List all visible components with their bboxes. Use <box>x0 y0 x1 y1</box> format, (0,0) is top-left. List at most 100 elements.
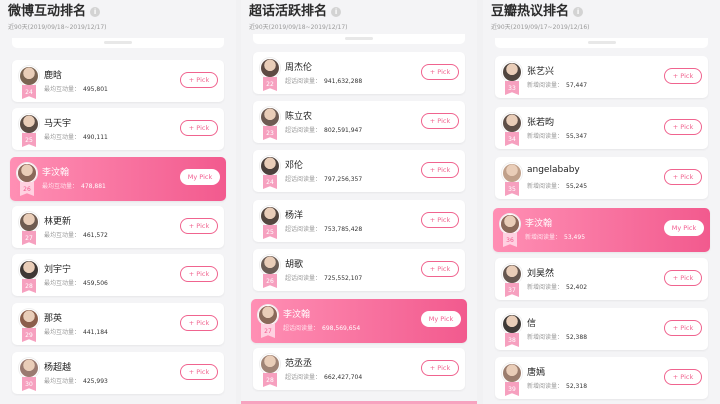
pick-button[interactable]: + Pick <box>664 169 702 185</box>
list-item-selected[interactable]: 26 李汶翰 最均互动量： 478,881 My Pick <box>10 157 226 201</box>
avatar <box>260 107 280 127</box>
rank-badge: 33 <box>505 81 519 95</box>
list-item-partial <box>12 38 224 48</box>
rank-badge: 37 <box>505 283 519 297</box>
list-item[interactable]: 24 鹿晗 最均互动量： 495,801 + Pick <box>12 60 224 102</box>
pick-button[interactable]: + Pick <box>180 364 218 380</box>
list-item[interactable]: 24 邓伦 超话阅读量： 797,256,357 + Pick <box>253 150 465 192</box>
list-item[interactable]: 33 张艺兴 新增阅读量： 57,447 + Pick <box>495 56 708 98</box>
stat-label: 最均互动量： <box>44 378 81 385</box>
list-item[interactable]: 25 杨洋 超话阅读量： 753,785,428 + Pick <box>253 200 465 242</box>
stat-label: 超话阅读量： <box>285 176 322 183</box>
stat-line: 新增阅读量： 52,318 <box>527 381 587 390</box>
pick-button[interactable]: + Pick <box>421 261 459 277</box>
stat-value: 753,785,428 <box>324 226 363 233</box>
avatar <box>260 206 280 226</box>
rank-badge: 26 <box>20 182 34 196</box>
my-pick-button[interactable]: My Pick <box>664 220 704 236</box>
pick-button[interactable]: + Pick <box>421 212 459 228</box>
pick-button[interactable]: + Pick <box>180 218 218 234</box>
avatar <box>260 58 280 78</box>
list-item[interactable]: 39 唐嫣 新增阅读量： 52,318 + Pick <box>495 357 708 399</box>
rank-badge: 23 <box>263 126 277 140</box>
list-item[interactable]: 34 张若昀 新增阅读量： 55,347 + Pick <box>495 107 708 149</box>
weibo-interaction-ranking-panel: 微博互动排名 i 近90天(2019/09/18~2019/12/17) 24 鹿… <box>0 0 236 404</box>
pick-button[interactable]: + Pick <box>180 266 218 282</box>
star-name: 周杰伦 <box>285 63 313 73</box>
stat-value: 55,245 <box>566 183 588 190</box>
info-icon[interactable]: i <box>573 7 584 17</box>
stat-label: 超话阅读量： <box>283 325 320 332</box>
star-name: angelababy <box>527 165 580 175</box>
pick-button[interactable]: + Pick <box>421 162 459 178</box>
list-item[interactable]: 25 马天宇 最均互动量： 490,111 + Pick <box>12 108 224 150</box>
panel-header: 微博互动排名 i 近90天(2019/09/18~2019/12/17) <box>0 0 236 38</box>
list-item[interactable]: 23 陈立农 超话阅读量： 802,591,947 + Pick <box>253 101 465 143</box>
panel-title: 豆瓣热议排名 <box>491 4 570 19</box>
avatar <box>502 62 522 82</box>
list-item[interactable]: 35 angelababy 新增阅读量： 55,245 + Pick <box>495 157 708 199</box>
star-name: 鹿晗 <box>44 71 63 81</box>
stat-label: 超话阅读量： <box>285 78 322 85</box>
pick-button[interactable]: + Pick <box>664 68 702 84</box>
star-name: 信 <box>527 319 537 329</box>
list-item[interactable]: 37 刘昊然新增阅读量： 52,402 + Pick <box>495 258 708 300</box>
stat-label: 最均互动量： <box>44 86 81 93</box>
avatar <box>260 156 280 176</box>
my-pick-button[interactable]: My Pick <box>180 169 220 185</box>
avatar <box>502 363 522 383</box>
rank-badge: 28 <box>263 373 277 387</box>
stat-value: 725,552,107 <box>324 275 363 282</box>
list-item[interactable]: 28 范丞丞 超话阅读量： 662,427,704 + Pick <box>253 348 465 390</box>
avatar <box>260 255 280 275</box>
pick-button[interactable]: + Pick <box>664 369 702 385</box>
stat-label: 最均互动量： <box>44 134 81 141</box>
stat-line: 最均互动量： 495,801 <box>44 84 108 93</box>
stat-line: 新增阅读量： 57,447 <box>527 80 587 89</box>
panel-header: 超话活跃排名 i 近90天(2019/09/18~2019/12/17) <box>241 0 477 38</box>
stat-label: 超话阅读量： <box>285 226 322 233</box>
panel-subtitle: 近90天(2019/09/17~2019/12/16) <box>491 24 590 31</box>
stat-line: 新增阅读量： 52,402 <box>527 282 587 291</box>
supertopic-activity-ranking-panel: 超话活跃排名 i 近90天(2019/09/18~2019/12/17) 22 周… <box>241 0 477 404</box>
my-pick-button[interactable]: My Pick <box>421 311 461 327</box>
avatar <box>19 212 39 232</box>
rank-badge: 34 <box>505 132 519 146</box>
list-item[interactable]: 28 刘宇宁 最均互动量： 459,506 + Pick <box>12 254 224 296</box>
pick-button[interactable]: + Pick <box>421 113 459 129</box>
pick-button[interactable]: + Pick <box>180 120 218 136</box>
info-icon[interactable]: i <box>90 7 101 17</box>
info-icon[interactable]: i <box>331 7 342 17</box>
star-name: 范丞丞 <box>285 359 313 369</box>
stat-line: 新增阅读量： 52,388 <box>527 332 587 341</box>
star-name: 刘宇宁 <box>44 265 72 275</box>
list-item[interactable]: 29 那英 最均互动量： 441,184 + Pick <box>12 303 224 345</box>
pick-button[interactable]: + Pick <box>664 119 702 135</box>
page: 微博互动排名 i 近90天(2019/09/18~2019/12/17) 24 鹿… <box>0 0 720 404</box>
rank-badge: 39 <box>505 382 519 396</box>
rank-badge: 35 <box>505 182 519 196</box>
star-name: 李汶翰 <box>525 219 553 229</box>
pick-button[interactable]: + Pick <box>180 72 218 88</box>
pick-button[interactable]: + Pick <box>180 315 218 331</box>
stat-label: 新增阅读量： <box>527 133 564 140</box>
list-item[interactable]: 30 杨超越 最均互动量： 425,993 + Pick <box>12 352 224 394</box>
avatar <box>258 305 278 325</box>
star-name: 杨洋 <box>285 211 304 221</box>
stat-line: 新增阅读量： 55,347 <box>527 131 587 140</box>
stat-line: 最均互动量： 425,993 <box>44 376 108 385</box>
star-name: 马天宇 <box>44 119 72 129</box>
list-item[interactable]: 38 信新增阅读量： 52,388 + Pick <box>495 308 708 350</box>
rank-badge: 27 <box>22 231 36 245</box>
list-item[interactable]: 26 胡歌 超话阅读量： 725,552,107 + Pick <box>253 249 465 291</box>
list-item[interactable]: 22 周杰伦 超话阅读量： 941,632,288 + Pick <box>253 52 465 94</box>
star-name: 刘昊然 <box>527 269 555 279</box>
list-item[interactable]: 27 林更新 最均互动量： 461,572 + Pick <box>12 206 224 248</box>
pick-button[interactable]: + Pick <box>664 270 702 286</box>
pick-button[interactable]: + Pick <box>664 320 702 336</box>
pick-button[interactable]: + Pick <box>421 64 459 80</box>
pick-button[interactable]: + Pick <box>421 360 459 376</box>
list-item-selected[interactable]: 36 李汶翰 新增阅读量： 53,495 My Pick <box>493 208 710 252</box>
avatar <box>19 309 39 329</box>
list-item-selected[interactable]: 27 李汶翰 超话阅读量： 698,569,654 My Pick <box>251 299 467 343</box>
